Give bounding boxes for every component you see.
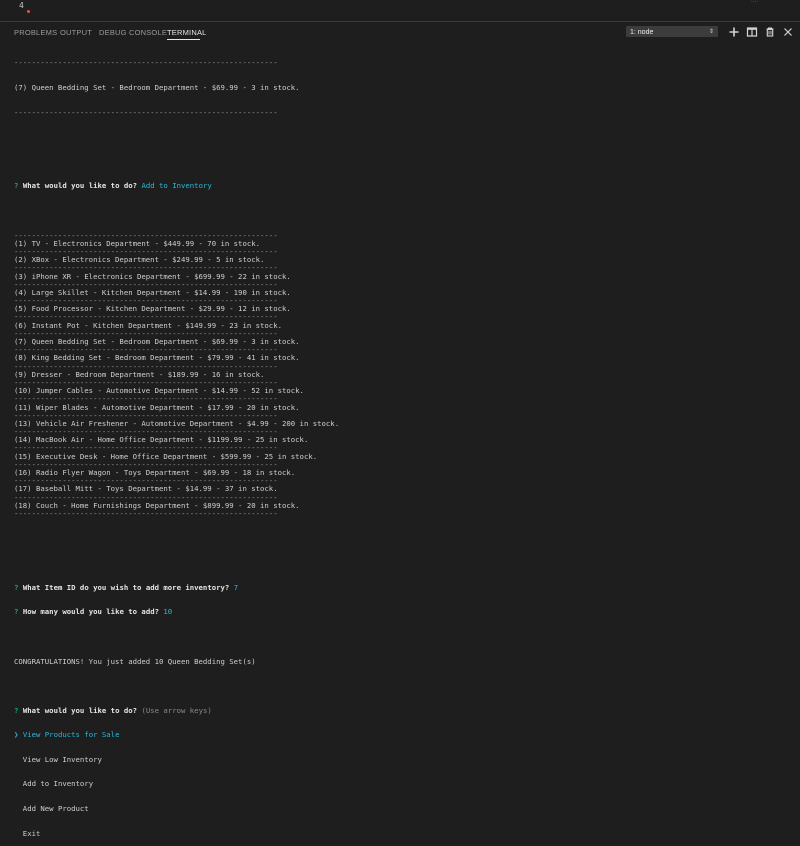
inventory-line: (7) Queen Bedding Set - Bedroom Departme… bbox=[14, 83, 300, 92]
separator-line: ----------------------------------------… bbox=[14, 107, 278, 117]
prompt-answer: 10 bbox=[163, 607, 173, 617]
tab-output[interactable]: OUTPUT bbox=[60, 28, 92, 37]
menu-option-label: View Low Inventory bbox=[22, 754, 102, 764]
prompt-line: ? How many would you like to add? 10 bbox=[14, 608, 794, 616]
tab-terminal[interactable]: TERMINAL bbox=[167, 28, 207, 37]
tab-problems[interactable]: PROBLEMS bbox=[14, 28, 57, 37]
tab-debug-console[interactable]: DEBUG CONSOLE bbox=[99, 28, 167, 37]
prompt-question: What would you like to do? bbox=[22, 181, 138, 191]
terminal-selector[interactable]: 1: node ⇕ bbox=[626, 26, 718, 37]
prompt-hint: (Use arrow keys) bbox=[141, 705, 212, 715]
line-number: 4 bbox=[19, 1, 24, 10]
breakpoint-dot bbox=[27, 10, 30, 13]
menu-option-label: Add to Inventory bbox=[22, 779, 94, 789]
pointer-icon: ❯ bbox=[14, 730, 19, 740]
prompt-mark: ? bbox=[14, 705, 19, 715]
menu-option[interactable]: Exit bbox=[14, 828, 794, 838]
plus-icon[interactable] bbox=[728, 26, 740, 38]
separator-line: ----------------------------------------… bbox=[14, 508, 278, 518]
congrats-message: CONGRATULATIONS! You just added 10 Queen… bbox=[14, 656, 256, 666]
inventory-line: (18) Couch - Home Furnishings Department… bbox=[14, 500, 300, 510]
prompt-mark: ? bbox=[14, 582, 19, 592]
prompt-mark: ? bbox=[14, 181, 19, 191]
prompt-question: What would you like to do? bbox=[22, 705, 138, 715]
prompt-answer: 7 bbox=[233, 582, 239, 592]
menu-option[interactable]: Add New Product bbox=[14, 804, 794, 814]
chevron-updown-icon: ⇕ bbox=[708, 29, 714, 35]
menu-option-label: Add New Product bbox=[22, 804, 89, 814]
prompt-line: ? What Item ID do you wish to add more i… bbox=[14, 582, 794, 592]
prompt-answer: Add to Inventory bbox=[141, 181, 212, 191]
menu-option[interactable]: Add to Inventory bbox=[14, 780, 794, 788]
prompt-question: What Item ID do you wish to add more inv… bbox=[22, 582, 230, 592]
separator-line: ----------------------------------------… bbox=[14, 58, 278, 68]
terminal-selector-value: 1: node bbox=[630, 29, 654, 36]
prompt-mark: ? bbox=[14, 607, 19, 617]
menu-option-label: View Products for Sale bbox=[22, 730, 120, 740]
menu-option-selected[interactable]: ❯ View Products for Sale bbox=[14, 731, 794, 739]
separator-line: ----------------------------------------… bbox=[14, 492, 278, 502]
prompt-question: How many would you like to add? bbox=[22, 607, 159, 617]
menu-option[interactable]: View Low Inventory bbox=[14, 754, 794, 764]
active-tab-indicator bbox=[167, 39, 200, 40]
menu-option-label: Exit bbox=[22, 828, 41, 838]
minimap: ᵗᵉˣᵗ bbox=[751, 0, 759, 4]
prompt-line: ? What would you like to do? Add to Inve… bbox=[14, 182, 794, 190]
trash-icon[interactable] bbox=[764, 26, 776, 38]
editor-area: 4 ᵗᵉˣᵗ bbox=[0, 0, 800, 20]
prompt-line: ? What would you like to do? (Use arrow … bbox=[14, 705, 794, 715]
close-icon[interactable] bbox=[782, 26, 794, 38]
inventory-list: ----------------------------------------… bbox=[14, 231, 794, 519]
terminal-output[interactable]: ----------------------------------------… bbox=[14, 43, 794, 838]
split-icon[interactable] bbox=[746, 26, 758, 38]
